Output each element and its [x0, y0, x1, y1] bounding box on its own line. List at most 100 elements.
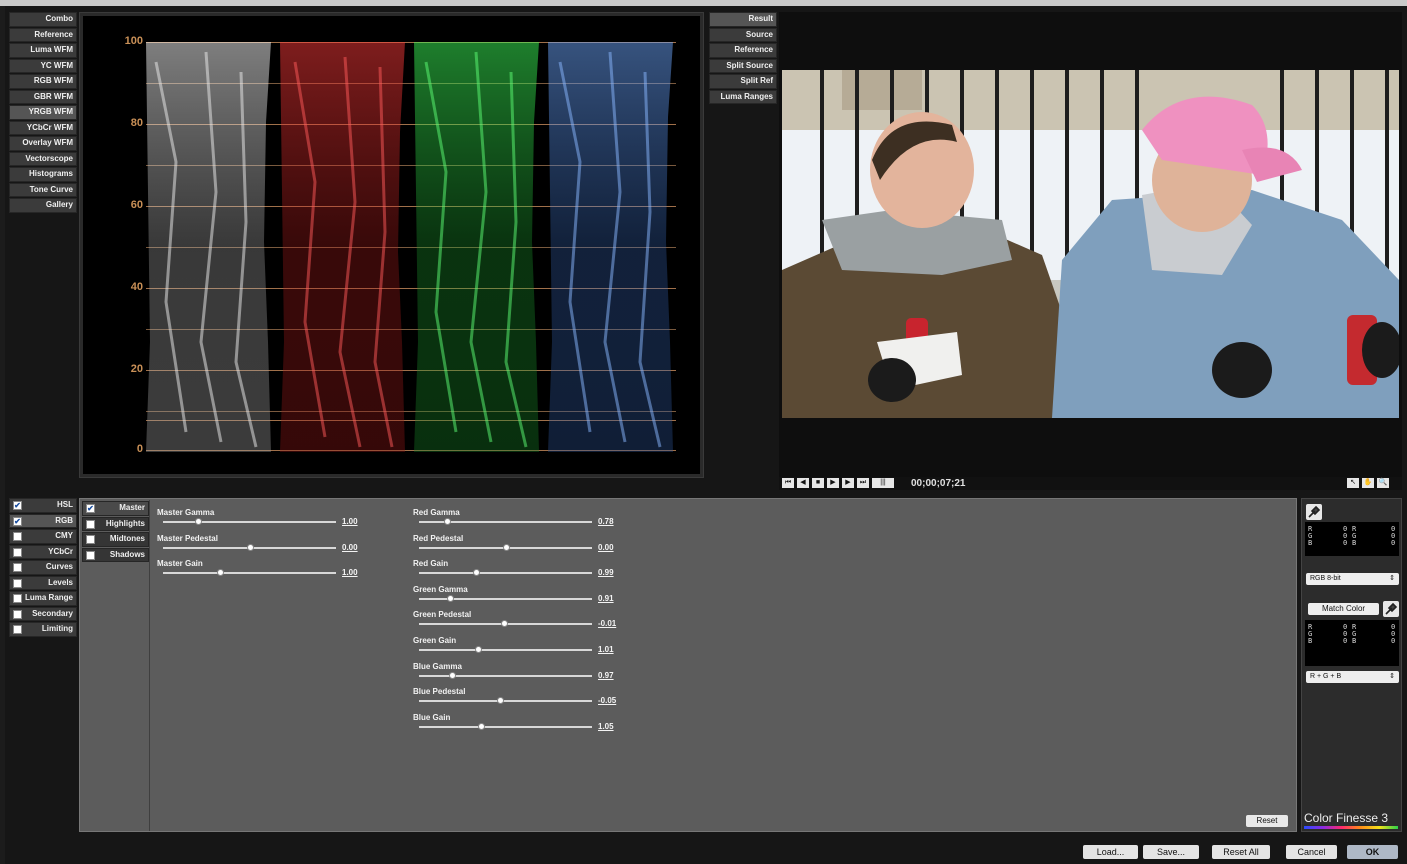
- range-shadows[interactable]: Shadows: [82, 547, 149, 562]
- checkbox-limiting[interactable]: [13, 625, 22, 634]
- checkbox-ycbcr[interactable]: [13, 547, 22, 557]
- zoom-tool-icon[interactable]: 🔍: [1377, 478, 1389, 488]
- category-levels[interactable]: Levels: [9, 575, 77, 590]
- green-pedestal-label: Green Pedestal: [413, 610, 472, 620]
- save-button[interactable]: Save...: [1143, 845, 1199, 859]
- red-waveform-trace: [280, 42, 405, 452]
- master-gain-slider[interactable]: [163, 572, 336, 575]
- match-eyedropper-icon[interactable]: [1383, 601, 1399, 617]
- range-midtones[interactable]: Midtones: [82, 532, 149, 547]
- checkbox-cmy[interactable]: [13, 532, 22, 541]
- category-limiting[interactable]: Limiting: [9, 622, 77, 637]
- view-button-overlay-wfm[interactable]: Overlay WFM: [9, 136, 77, 151]
- readout2-value2-b: 0: [1391, 637, 1396, 645]
- checkbox-highlights[interactable]: [86, 519, 95, 529]
- load-button[interactable]: Load...: [1083, 845, 1138, 859]
- view-button-tone-curve[interactable]: Tone Curve: [9, 182, 77, 197]
- blue-gamma-slider-handle[interactable]: [448, 671, 456, 679]
- viewer-button-luma-ranges[interactable]: Luma Ranges: [709, 89, 777, 104]
- match-color-button[interactable]: Match Color: [1308, 603, 1379, 615]
- master-gamma-value[interactable]: 1.00: [342, 517, 358, 526]
- master-pedestal-value[interactable]: 0.00: [342, 543, 358, 552]
- view-button-yc-wfm[interactable]: YC WFM: [9, 58, 77, 73]
- red-gain-slider[interactable]: [419, 572, 592, 575]
- yrgb-waveform-scope: 100 80 60 40 20 0: [83, 16, 700, 474]
- blue-pedestal-slider[interactable]: [419, 700, 592, 703]
- master-gamma-slider-handle[interactable]: [194, 518, 202, 525]
- view-button-combo[interactable]: Combo: [9, 12, 77, 27]
- range-master[interactable]: ✔ Master: [82, 501, 149, 516]
- hand-tool-icon[interactable]: ✋: [1362, 478, 1374, 488]
- category-secondary[interactable]: Secondary: [9, 606, 77, 621]
- view-button-reference[interactable]: Reference: [9, 27, 77, 42]
- viewer-button-source[interactable]: Source: [709, 27, 777, 42]
- category-cmy[interactable]: CMY: [9, 529, 77, 544]
- reset-all-button[interactable]: Reset All: [1212, 845, 1270, 859]
- blue-gamma-slider[interactable]: [419, 674, 592, 677]
- view-button-histograms[interactable]: Histograms: [9, 167, 77, 182]
- red-gamma-slider-handle[interactable]: [443, 518, 451, 525]
- category-ycbcr[interactable]: YCbCr: [9, 544, 77, 559]
- master-gamma-slider[interactable]: [163, 521, 336, 523]
- master-gain-value[interactable]: 1.00: [342, 568, 358, 577]
- blue-gain-value[interactable]: 1.05: [598, 722, 614, 731]
- green-gamma-slider[interactable]: [419, 597, 592, 600]
- range-highlights[interactable]: Highlights: [82, 516, 149, 531]
- red-pedestal-value[interactable]: 0.00: [598, 543, 614, 552]
- red-gamma-value[interactable]: 0.78: [598, 517, 614, 526]
- blue-pedestal-value[interactable]: -0.05: [598, 696, 616, 705]
- stop-icon[interactable]: ■: [812, 478, 824, 488]
- goto-end-icon[interactable]: ⏭: [857, 478, 869, 488]
- blue-waveform-trace: [548, 42, 673, 452]
- category-luma-range[interactable]: Luma Range: [9, 591, 77, 606]
- category-curves[interactable]: Curves: [9, 560, 77, 575]
- ok-button[interactable]: OK: [1347, 845, 1398, 859]
- green-gamma-slider-handle[interactable]: [447, 594, 455, 602]
- checkbox-master[interactable]: ✔: [86, 504, 95, 513]
- green-pedestal-value[interactable]: -0.01: [598, 619, 616, 628]
- checkbox-luma-range[interactable]: [13, 594, 22, 603]
- category-rgb[interactable]: ✔ RGB: [9, 513, 77, 528]
- match-mode-select[interactable]: R + G + B ⇕: [1306, 671, 1399, 683]
- play-icon[interactable]: ▶: [827, 478, 839, 488]
- loop-icon[interactable]: |||: [872, 478, 894, 488]
- master-pedestal-slider-handle[interactable]: [246, 543, 254, 551]
- checkbox-shadows[interactable]: [86, 550, 95, 560]
- view-button-ycbcr-wfm[interactable]: YCbCr WFM: [9, 120, 77, 135]
- green-gain-value[interactable]: 1.01: [598, 645, 614, 654]
- view-button-vectorscope[interactable]: Vectorscope: [9, 151, 77, 166]
- checkbox-midtones[interactable]: [86, 535, 95, 544]
- viewer-button-reference[interactable]: Reference: [709, 43, 777, 58]
- view-button-gbr-wfm[interactable]: GBR WFM: [9, 89, 77, 104]
- blue-gain-slider[interactable]: [419, 725, 592, 728]
- green-gain-slider-handle[interactable]: [474, 646, 482, 653]
- goto-start-icon[interactable]: ⏮: [782, 478, 794, 488]
- view-button-yrgb-wfm[interactable]: YRGB WFM: [9, 105, 77, 120]
- bit-depth-select[interactable]: RGB 8-bit ⇕: [1306, 573, 1399, 585]
- category-hsl[interactable]: ✔ HSL: [9, 498, 77, 513]
- step-forward-icon[interactable]: ▶: [842, 478, 854, 488]
- video-frame-image[interactable]: [782, 70, 1399, 418]
- checkbox-levels[interactable]: [13, 578, 22, 588]
- reset-button[interactable]: Reset: [1246, 815, 1288, 827]
- cancel-button[interactable]: Cancel: [1286, 845, 1337, 859]
- blue-gamma-value[interactable]: 0.97: [598, 671, 614, 680]
- step-back-icon[interactable]: ◀: [797, 478, 809, 488]
- view-button-gallery[interactable]: Gallery: [9, 198, 77, 213]
- red-gain-value[interactable]: 0.99: [598, 568, 614, 577]
- pointer-tool-icon[interactable]: ↖: [1347, 478, 1359, 488]
- viewer-button-split-ref[interactable]: Split Ref: [709, 74, 777, 89]
- checkbox-secondary[interactable]: [13, 609, 22, 619]
- eyedropper-icon[interactable]: [1306, 504, 1322, 520]
- view-button-luma-wfm[interactable]: Luma WFM: [9, 43, 77, 58]
- viewer-button-result[interactable]: Result: [709, 12, 777, 27]
- red-pedestal-slider-handle[interactable]: [502, 543, 510, 551]
- green-gamma-value[interactable]: 0.91: [598, 594, 614, 603]
- y-label-0: 0: [136, 443, 143, 455]
- view-button-rgb-wfm[interactable]: RGB WFM: [9, 74, 77, 89]
- checkbox-curves[interactable]: [13, 563, 22, 572]
- checkbox-rgb[interactable]: ✔: [13, 516, 22, 526]
- viewer-button-split-source[interactable]: Split Source: [709, 58, 777, 73]
- green-gain-slider[interactable]: [419, 649, 592, 651]
- checkbox-hsl[interactable]: ✔: [13, 501, 22, 510]
